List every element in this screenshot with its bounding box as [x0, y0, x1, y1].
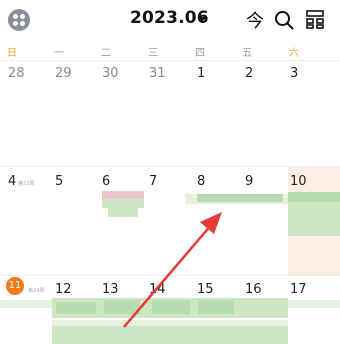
weekday-label-sat: 六 — [289, 48, 299, 59]
day-cell[interactable]: 31 — [149, 66, 166, 81]
layout-grid-icon[interactable] — [306, 10, 324, 29]
week-divider — [0, 275, 340, 276]
today-button[interactable]: 今 — [246, 7, 264, 33]
day-cell[interactable]: 15 — [197, 282, 214, 297]
day-cell[interactable]: 3 — [290, 66, 298, 81]
day-cell[interactable]: 7 — [149, 174, 157, 189]
day-cell[interactable]: 29 — [55, 66, 72, 81]
day-cell[interactable]: 1 — [197, 66, 205, 81]
event-block[interactable] — [288, 192, 340, 202]
weekday-label-wed: 三 — [148, 48, 158, 59]
event-block[interactable] — [56, 302, 96, 314]
day-cell[interactable]: 8 — [197, 174, 205, 189]
day-cell[interactable]: 17 — [290, 282, 307, 297]
weekday-label-mon: 一 — [54, 48, 64, 59]
event-block[interactable] — [108, 208, 138, 217]
weekday-label-tue: 二 — [101, 48, 111, 59]
day-cell[interactable]: 28 — [8, 66, 25, 81]
weekday-label-sun: 日 — [7, 48, 17, 59]
week-number: 第23周 — [18, 181, 35, 187]
event-block[interactable] — [52, 326, 288, 344]
week-number: 第24周 — [28, 288, 45, 294]
day-cell[interactable]: 9 — [245, 174, 253, 189]
event-block[interactable] — [197, 194, 283, 202]
event-block[interactable] — [288, 202, 340, 236]
today-indicator[interactable]: 11 — [6, 277, 24, 295]
day-cell[interactable]: 13 — [102, 282, 119, 297]
weekday-label-thu: 四 — [195, 48, 205, 59]
day-cell[interactable]: 2 — [245, 66, 253, 81]
day-cell[interactable]: 30 — [102, 66, 119, 81]
chevron-down-icon[interactable] — [198, 17, 206, 22]
day-cell[interactable]: 16 — [245, 282, 262, 297]
day-cell[interactable]: 6 — [102, 174, 110, 189]
search-icon[interactable] — [273, 9, 295, 31]
divider — [0, 60, 340, 61]
weekday-label-fri: 五 — [242, 48, 252, 59]
day-cell[interactable]: 14 — [149, 282, 166, 297]
day-cell[interactable]: 5 — [55, 174, 63, 189]
day-cell[interactable]: 10 — [290, 174, 307, 189]
event-block[interactable] — [102, 191, 144, 199]
week-divider — [0, 166, 340, 167]
menu-icon[interactable] — [8, 9, 30, 31]
event-block[interactable] — [102, 199, 144, 208]
day-cell[interactable]: 4 — [8, 174, 16, 189]
event-block[interactable] — [104, 300, 140, 314]
event-block[interactable] — [198, 300, 234, 314]
event-block[interactable] — [152, 300, 190, 314]
calendar-header: 2023.06 今 — [0, 0, 340, 40]
day-cell[interactable]: 12 — [55, 282, 72, 297]
